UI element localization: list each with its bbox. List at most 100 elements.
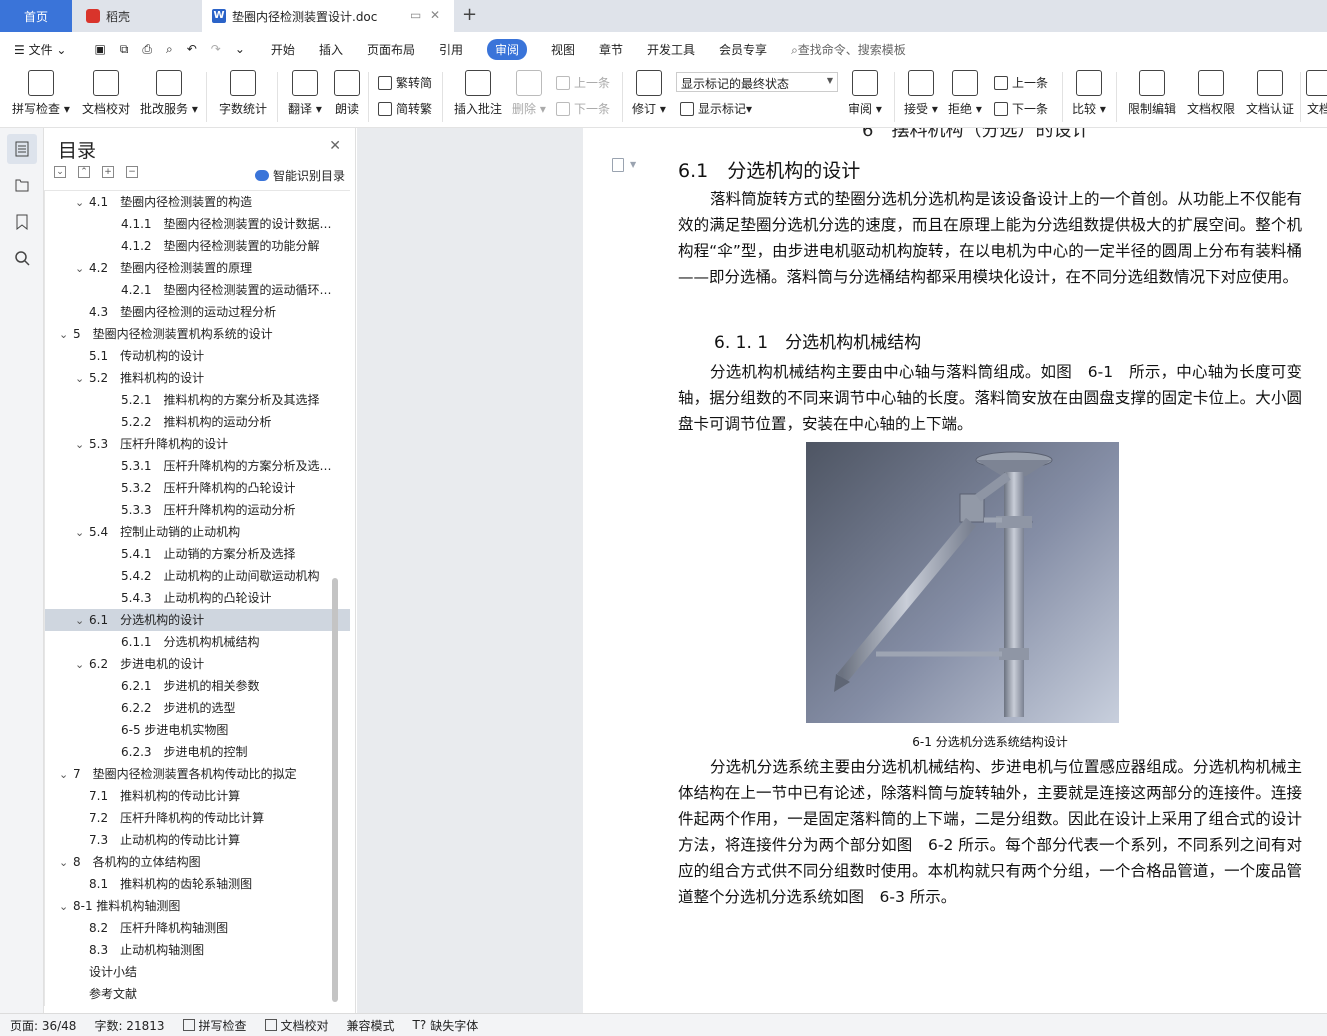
toc-item[interactable]: 8.1 推料机构的齿轮系轴测图 bbox=[45, 873, 350, 895]
trad-to-simp-button[interactable]: 繁转简 bbox=[378, 74, 432, 91]
toc-item[interactable]: ⌄ 5.3 压杆升降机构的设计 bbox=[45, 433, 350, 455]
toc-item[interactable]: 5.2.2 推料机构的运动分析 bbox=[45, 411, 350, 433]
chevron-down-icon[interactable]: ⌄ bbox=[75, 610, 89, 631]
toc-item[interactable]: 5.3.1 压杆升降机构的方案分析及选… bbox=[45, 455, 350, 477]
toc-item[interactable]: ⌄ 8 各机构的立体结构图 bbox=[45, 851, 350, 873]
toc-item[interactable]: 5.4.1 止动销的方案分析及选择 bbox=[45, 543, 350, 565]
save-icon[interactable]: ▣ bbox=[94, 42, 105, 56]
toc-item[interactable]: ⌄ 7 垫圈内径检测装置各机构传动比的拟定 bbox=[45, 763, 350, 785]
toc-item[interactable]: ⌄ 8-1 推料机构轴测图 bbox=[45, 895, 350, 917]
toc-item[interactable]: 5.1 传动机构的设计 bbox=[45, 345, 350, 367]
prev-change-button[interactable]: 上一条 bbox=[994, 74, 1048, 91]
document-page[interactable]: 6 摆料机构（分选）的设计 ▼ 6.1 分选机构的设计 落料筒旋转方式的垫圈分选… bbox=[584, 128, 1327, 1013]
toc-item[interactable]: 6.2.1 步进机的相关参数 bbox=[45, 675, 350, 697]
paragraph-dropdown-icon[interactable]: ▼ bbox=[630, 160, 636, 169]
next-change-button[interactable]: 下一条 bbox=[994, 100, 1048, 117]
reject-button[interactable]: 拒绝 ▾ bbox=[948, 70, 982, 117]
chevron-down-icon[interactable]: ⌄ bbox=[59, 852, 73, 873]
doc-more-button[interactable]: 文档 bbox=[1306, 70, 1327, 117]
delete-comment-button[interactable]: 删除 ▾ bbox=[512, 70, 546, 117]
menu-member[interactable]: 会员专享 bbox=[719, 41, 767, 58]
toc-item[interactable]: ⌄ 6.2 步进电机的设计 bbox=[45, 653, 350, 675]
word-count-button[interactable]: 字数统计 bbox=[219, 70, 267, 117]
toc-item[interactable]: 5.4.3 止动机构的凸轮设计 bbox=[45, 587, 350, 609]
toc-item[interactable]: 4.2.1 垫圈内径检测装置的运动循环… bbox=[45, 279, 350, 301]
close-tab-icon[interactable]: ✕ bbox=[430, 8, 440, 22]
toc-pane-icon[interactable] bbox=[7, 134, 37, 164]
add-heading-icon[interactable]: + bbox=[102, 166, 114, 178]
tab-document[interactable]: W 垫圈内径检测装置设计.doc ▭ ✕ bbox=[202, 0, 454, 32]
spell-check-button[interactable]: 拼写检查 ▾ bbox=[12, 70, 70, 117]
toc-item[interactable]: 5.4.2 止动机构的止动间歇运动机构 bbox=[45, 565, 350, 587]
file-menu[interactable]: ☰ 文件 ⌄ bbox=[14, 41, 66, 58]
menu-chapter[interactable]: 章节 bbox=[599, 41, 623, 58]
show-markup-button[interactable]: 显示标记 ▾ bbox=[680, 100, 752, 117]
toc-item[interactable]: 8.3 止动机构轴测图 bbox=[45, 939, 350, 961]
toc-scrollbar[interactable] bbox=[332, 578, 338, 1002]
markup-state-select[interactable]: 显示标记的最终状态 ▼ bbox=[676, 72, 838, 92]
menu-review[interactable]: 审阅 bbox=[486, 38, 527, 60]
prev-comment-button[interactable]: 上一条 bbox=[556, 74, 610, 91]
chevron-down-icon[interactable]: ⌄ bbox=[59, 764, 73, 785]
chevron-down-icon[interactable]: ⌄ bbox=[59, 896, 73, 917]
toc-item[interactable]: 6.1.1 分选机构机械结构 bbox=[45, 631, 350, 653]
toc-item[interactable]: ⌄ 5 垫圈内径检测装置机构系统的设计 bbox=[45, 323, 350, 345]
toc-item[interactable]: 7.1 推料机构的传动比计算 bbox=[45, 785, 350, 807]
restrict-edit-button[interactable]: 限制编辑 bbox=[1128, 70, 1176, 117]
toc-item[interactable]: 4.1.2 垫圈内径检测装置的功能分解 bbox=[45, 235, 350, 257]
menu-view[interactable]: 视图 bbox=[551, 41, 575, 58]
collapse-all-icon[interactable]: ⌃ bbox=[78, 166, 90, 178]
chevron-down-icon[interactable]: ⌄ bbox=[75, 368, 89, 389]
status-spell-check[interactable]: 拼写检查 bbox=[182, 1017, 247, 1034]
redo-icon[interactable]: ↷ bbox=[211, 42, 221, 56]
annot-service-button[interactable]: 批改服务 ▾ bbox=[140, 70, 198, 117]
print-icon[interactable]: ⎙ bbox=[142, 42, 152, 57]
next-comment-button[interactable]: 下一条 bbox=[556, 100, 610, 117]
chevron-down-icon[interactable]: ⌄ bbox=[75, 192, 89, 213]
chevron-down-icon[interactable]: ⌄ bbox=[75, 654, 89, 675]
menu-start[interactable]: 开始 bbox=[271, 41, 295, 58]
toc-item[interactable]: ⌄ 6.1 分选机构的设计 bbox=[45, 609, 350, 631]
close-icon[interactable]: ✕ bbox=[329, 138, 341, 154]
toc-item[interactable]: 5.3.2 压杆升降机构的凸轮设计 bbox=[45, 477, 350, 499]
status-doc-proof[interactable]: 文档校对 bbox=[264, 1017, 329, 1034]
toc-item[interactable]: ⌄ 4.1 垫圈内径检测装置的构造 bbox=[45, 191, 350, 213]
menu-insert[interactable]: 插入 bbox=[319, 41, 343, 58]
find-icon[interactable] bbox=[11, 247, 33, 269]
toc-item[interactable]: 设计小结 bbox=[45, 961, 350, 983]
toc-item[interactable]: 5.3.3 压杆升降机构的运动分析 bbox=[45, 499, 350, 521]
toc-item[interactable]: ⌄ 5.2 推料机构的设计 bbox=[45, 367, 350, 389]
toc-item[interactable]: 4.1.1 垫圈内径检测装置的设计数据… bbox=[45, 213, 350, 235]
word-count-indicator[interactable]: 字数: 21813 bbox=[94, 1017, 164, 1034]
toc-item[interactable]: 参考文献 bbox=[45, 983, 350, 1005]
toc-item[interactable]: 5.2.1 推料机构的方案分析及其选择 bbox=[45, 389, 350, 411]
remove-heading-icon[interactable]: − bbox=[126, 166, 138, 178]
new-tab-button[interactable]: + bbox=[462, 4, 477, 25]
bookmark-icon[interactable] bbox=[11, 211, 33, 233]
missing-font[interactable]: T? 缺失字体 bbox=[413, 1017, 479, 1034]
tab-daoke[interactable]: 稻壳 bbox=[74, 0, 202, 32]
undo-icon[interactable]: ↶ bbox=[187, 42, 197, 56]
compare-button[interactable]: 比较 ▾ bbox=[1072, 70, 1106, 117]
chapter-nav-icon[interactable] bbox=[11, 174, 33, 196]
toc-item[interactable]: ⌄ 4.2 垫圈内径检测装置的原理 bbox=[45, 257, 350, 279]
export-icon[interactable]: ⧉ bbox=[120, 42, 129, 57]
chevron-down-icon[interactable]: ⌄ bbox=[75, 434, 89, 455]
more-chevron-icon[interactable]: ⌄ bbox=[235, 42, 245, 56]
preview-icon[interactable]: ⌕ bbox=[166, 42, 173, 57]
chevron-down-icon[interactable]: ⌄ bbox=[75, 522, 89, 543]
simp-to-trad-button[interactable]: 简转繁 bbox=[378, 100, 432, 117]
review-pane-button[interactable]: 审阅 ▾ bbox=[848, 70, 882, 117]
track-changes-button[interactable]: 修订 ▾ bbox=[632, 70, 666, 117]
page-indicator[interactable]: 页面: 36/48 bbox=[10, 1017, 76, 1034]
read-aloud-button[interactable]: 朗读 bbox=[334, 70, 360, 117]
translate-button[interactable]: 翻译 ▾ bbox=[288, 70, 322, 117]
chevron-down-icon[interactable]: ⌄ bbox=[75, 258, 89, 279]
toc-item[interactable]: ⌄ 5.4 控制止动销的止动机构 bbox=[45, 521, 350, 543]
accept-button[interactable]: 接受 ▾ bbox=[904, 70, 938, 117]
toc-item[interactable]: 6-5 步进电机实物图 bbox=[45, 719, 350, 741]
insert-comment-button[interactable]: 插入批注 bbox=[454, 70, 502, 117]
toc-item[interactable]: 4.3 垫圈内径检测的运动过程分析 bbox=[45, 301, 350, 323]
doc-permission-button[interactable]: 文档权限 bbox=[1187, 70, 1235, 117]
menu-layout[interactable]: 页面布局 bbox=[367, 41, 415, 58]
